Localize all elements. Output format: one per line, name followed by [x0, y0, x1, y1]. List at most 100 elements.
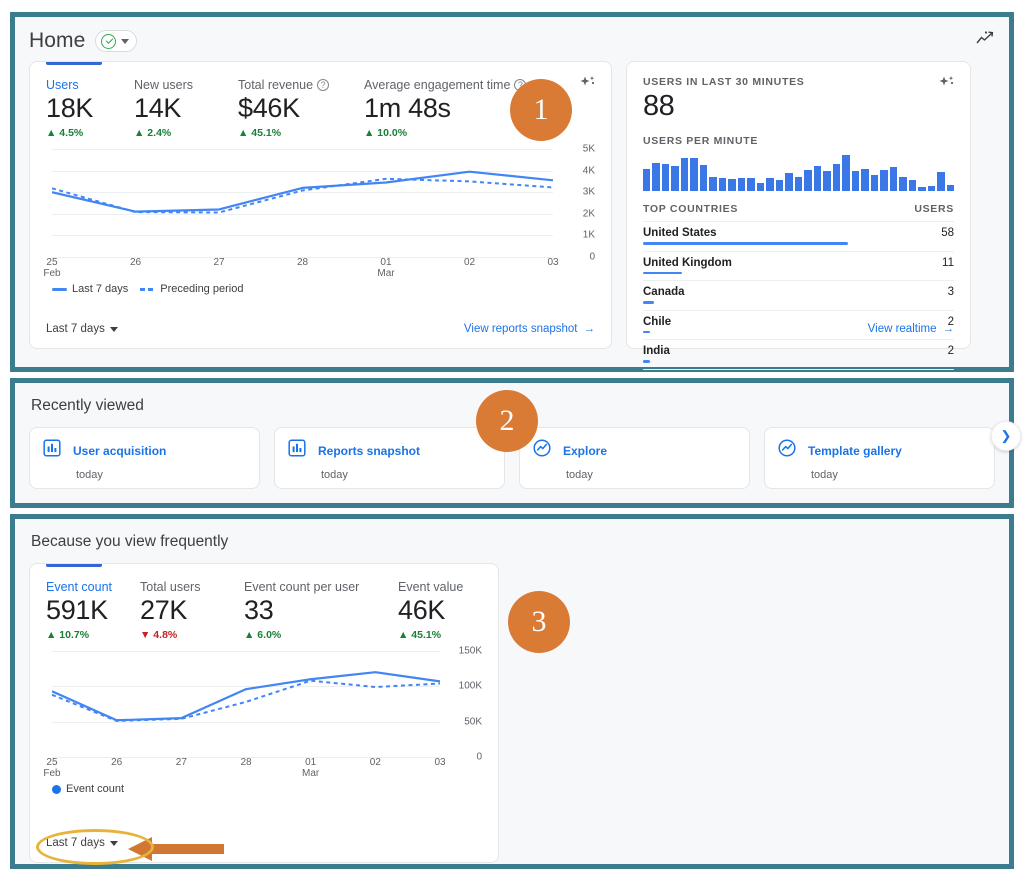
analytics-home-page: Home Users 18K ▲ 4.5% New users 14K ▲ 2.… [0, 0, 1024, 889]
legend-label: Preceding period [160, 283, 244, 295]
metric-value: 14K [134, 93, 182, 123]
explore-icon [532, 438, 552, 463]
country-bar [643, 301, 654, 304]
legend-swatch [52, 287, 67, 291]
chevron-right-icon[interactable]: ❯ [991, 421, 1021, 451]
upm-bar [747, 178, 755, 191]
recently-viewed-card[interactable]: User acquisition today [29, 427, 260, 489]
metric-delta: ▲ 10.0% [364, 127, 408, 139]
recently-viewed-name: User acquisition [73, 443, 167, 458]
realtime-users-value: 88 [643, 90, 675, 122]
active-tab-indicator [46, 564, 102, 567]
sparkle-icon[interactable] [579, 74, 597, 97]
country-bar [643, 271, 682, 274]
recently-viewed-card[interactable]: Reports snapshot today [274, 427, 505, 489]
upm-bar [861, 169, 869, 191]
date-range-selector[interactable]: Last 7 days [46, 323, 118, 335]
metric-value: 46K [398, 595, 446, 625]
check-circle-icon [101, 33, 117, 49]
upm-bar [899, 177, 907, 191]
realtime-users-caption: USERS IN LAST 30 MINUTES [643, 76, 805, 88]
country-name: United States [643, 227, 717, 239]
arrow-right-icon: → [942, 323, 955, 335]
metric-delta: ▲ 6.0% [244, 629, 282, 641]
view-realtime-link[interactable]: View realtime → [868, 323, 954, 335]
sparkle-icon[interactable] [938, 74, 956, 97]
table-row[interactable]: United Kingdom 11 [643, 252, 954, 281]
upm-bar [652, 162, 660, 191]
country-name: Canada [643, 286, 685, 298]
metric-value: 18K [46, 93, 94, 123]
annotation-badge-3: 3 [508, 591, 570, 653]
overview-card-footer: Last 7 days View reports snapshot → [30, 310, 611, 348]
x-axis-tick: 26 [129, 257, 142, 268]
legend-label: Last 7 days [72, 283, 129, 295]
overview-section: Home Users 18K ▲ 4.5% New users 14K ▲ 2.… [10, 12, 1014, 372]
series-event-count [52, 671, 440, 722]
recently-viewed-card[interactable]: Explore today [519, 427, 750, 489]
metric-value: 33 [244, 595, 274, 625]
upm-bar [794, 176, 803, 191]
metric-label: Event value [398, 580, 464, 594]
metric-users[interactable]: Users 18K ▲ 4.5% [46, 78, 108, 139]
y-axis-tick: 50K [464, 716, 482, 728]
analytics-insights-icon[interactable] [975, 29, 995, 54]
metric-event-count-per-user[interactable]: Event count per user 33 ▲ 6.0% [244, 580, 372, 641]
help-icon[interactable]: ? [317, 79, 330, 91]
col-users: USERS [914, 203, 954, 215]
active-tab-indicator [46, 62, 102, 65]
upm-bar [661, 164, 670, 191]
metric-value: 27K [140, 595, 188, 625]
x-axis-tick: 01 Mar [377, 257, 395, 279]
series-preceding-period [52, 177, 553, 214]
metric-label: Event count per user [244, 580, 360, 594]
recently-viewed-name: Reports snapshot [318, 443, 421, 458]
page-title: Home [29, 29, 86, 52]
upm-bar [851, 170, 860, 191]
metric-event-count[interactable]: Event count 591K ▲ 10.7% [46, 580, 114, 641]
upm-bar [643, 168, 651, 191]
metric-new-users[interactable]: New users 14K ▲ 2.4% [134, 78, 212, 139]
metric-delta: ▲ 45.1% [238, 127, 282, 139]
x-axis-tick: 25 Feb [43, 257, 61, 279]
chevron-down-icon [109, 326, 118, 332]
status-badge[interactable] [95, 30, 138, 52]
metric-total-users[interactable]: Total users 27K ▼ 4.8% [140, 580, 218, 641]
metric-label: Average engagement time ? [364, 78, 527, 92]
y-axis-tick: 100K [458, 680, 482, 692]
users-per-minute-caption: USERS PER MINUTE [643, 135, 759, 147]
recently-viewed-card[interactable]: Template gallery today [764, 427, 995, 489]
upm-bar [728, 178, 736, 191]
x-axis-tick: 03 [434, 757, 446, 768]
metric-delta: ▼ 4.8% [140, 629, 178, 641]
upm-bar [756, 183, 765, 191]
metric-event-value[interactable]: Event value 46K ▲ 45.1% [398, 580, 463, 641]
event-count-legend: Event count [52, 783, 498, 795]
metric-total-revenue[interactable]: Total revenue ? $46K ▲ 45.1% [238, 78, 338, 139]
explore-icon [777, 438, 797, 463]
upm-bar [870, 175, 879, 191]
recently-viewed-subtitle: today [76, 469, 103, 481]
upm-bar [946, 184, 954, 191]
country-users: 58 [941, 227, 954, 239]
upm-bar [699, 165, 708, 191]
upm-bar [680, 157, 689, 191]
country-users: 11 [942, 256, 954, 269]
x-axis-tick: 02 [463, 257, 476, 268]
upm-bar [671, 165, 679, 191]
metric-average-engagement-time[interactable]: Average engagement time ? 1m 48s ▲ 10.0% [364, 78, 527, 139]
annotation-highlight-ellipse [36, 829, 154, 865]
view-reports-snapshot-link[interactable]: View reports snapshot → [464, 323, 595, 335]
chevron-down-icon[interactable] [121, 38, 130, 44]
y-axis-tick: 1K [582, 229, 595, 241]
metric-delta: ▲ 4.5% [46, 127, 84, 139]
metric-label: Users [46, 78, 79, 92]
series-preceding-period [52, 679, 440, 722]
table-row[interactable]: United States 58 [643, 222, 954, 252]
upm-bar [889, 166, 898, 191]
y-axis-tick: 4K [582, 165, 595, 177]
table-row[interactable]: Canada 3 [643, 281, 954, 311]
recently-viewed-subtitle: today [321, 469, 348, 481]
chart-series [52, 170, 553, 214]
country-bar [643, 360, 650, 363]
